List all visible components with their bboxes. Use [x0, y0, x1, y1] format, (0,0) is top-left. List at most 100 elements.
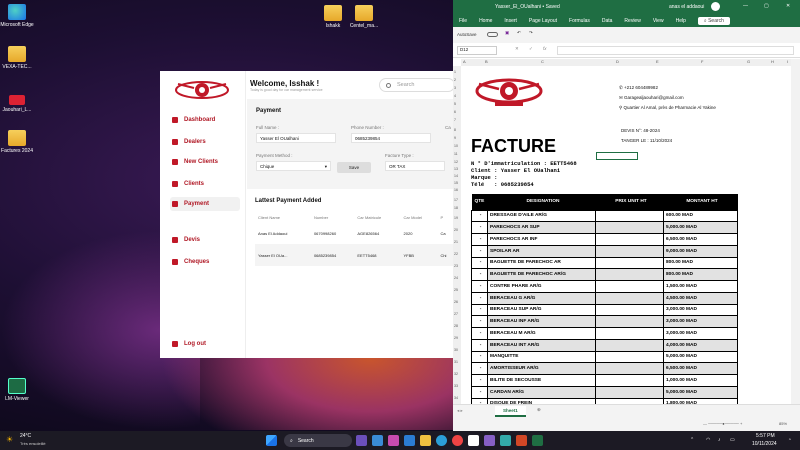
invoice-row[interactable]: - AMORTISSEUR AR/G 6,500.00 MAD	[471, 362, 738, 375]
invoice-designation[interactable]: BERACEAU INF AR/G	[487, 315, 596, 328]
photos-icon[interactable]	[468, 435, 479, 446]
row-header[interactable]: 9	[454, 136, 456, 140]
cancel-icon[interactable]: ✕	[515, 46, 519, 52]
invoice-designation[interactable]: MANQUITTE	[487, 350, 596, 364]
tab-home[interactable]: Home	[479, 18, 492, 24]
invoice-amount[interactable]: 5,000.00 MAD	[663, 350, 738, 364]
invoice-amount[interactable]: 4,000.00 MAD	[663, 338, 738, 352]
desktop-icon-edge[interactable]: Microsoft Edge	[0, 4, 34, 28]
nav-clients[interactable]: Clients	[170, 177, 232, 191]
edge-icon[interactable]	[436, 435, 447, 446]
invoice-designation[interactable]: CONTRE PHARE AR/G	[487, 280, 596, 293]
row-header[interactable]: 32	[454, 372, 458, 376]
tab-review[interactable]: Review	[624, 18, 640, 24]
invoice-designation[interactable]: BERACEAU G AR/G	[487, 291, 596, 305]
invoice-unit-price[interactable]	[595, 338, 664, 352]
row-header[interactable]: 20	[454, 228, 458, 232]
invoice-amount[interactable]: 6,500.00 MAD	[663, 233, 738, 246]
invoice-designation[interactable]: BERACEAU INT AR/G	[487, 338, 596, 352]
invoice-unit-price[interactable]	[595, 268, 664, 281]
row-header[interactable]: 5	[454, 102, 456, 106]
invoice-qty[interactable]: -	[471, 315, 488, 328]
nav-devis[interactable]: Devis	[170, 233, 232, 247]
task-view-icon[interactable]	[356, 435, 367, 446]
invoice-amount[interactable]: 5,000.00 MAD	[663, 385, 738, 399]
tray-chevron-icon[interactable]: ⌃	[690, 437, 694, 443]
invoice-row[interactable]: - BERACEAU G AR/G 4,500.00 MAD	[471, 291, 738, 305]
invoice-qty[interactable]: -	[471, 291, 488, 305]
invoice-row[interactable]: - BAGUETTE DE PARECHOC AR 800.00 MAD	[471, 256, 738, 270]
vertical-scrollbar[interactable]	[791, 59, 800, 404]
chrome-icon[interactable]	[452, 435, 463, 446]
invoice-unit-price[interactable]	[595, 221, 664, 234]
row-header[interactable]: 14	[454, 174, 458, 178]
row-header[interactable]: 18	[454, 206, 458, 210]
desktop-icon-lmviewer[interactable]: LM-Viewer	[0, 378, 34, 402]
invoice-designation[interactable]: BERACEAU M AR/G	[487, 327, 596, 340]
desktop-icon-ishakk[interactable]: Ishakk	[316, 5, 350, 29]
notifications-icon[interactable]: ◔	[788, 437, 791, 443]
row-header[interactable]: 12	[454, 160, 458, 164]
invoice-unit-price[interactable]	[595, 291, 664, 305]
tab-file[interactable]: File	[459, 18, 467, 24]
windows-start-icon[interactable]	[266, 435, 277, 446]
invoice-qty[interactable]: -	[471, 233, 488, 246]
tab-view[interactable]: View	[653, 18, 664, 24]
clock-date[interactable]: 10/11/2024	[752, 441, 777, 447]
row-header[interactable]: 23	[454, 264, 458, 268]
search-input[interactable]: Search	[379, 78, 455, 92]
invoice-unit-price[interactable]	[595, 280, 664, 293]
desktop-icon-factures[interactable]: Factures 2024	[0, 130, 34, 154]
cell-reference-box[interactable]: D12	[457, 46, 497, 55]
powerpoint-icon[interactable]	[516, 435, 527, 446]
tab-sheet1[interactable]: Sheet1	[495, 406, 526, 417]
invoice-designation[interactable]: SPOILAR AR	[487, 244, 596, 258]
excel-icon[interactable]	[532, 435, 543, 446]
minimize-icon[interactable]: —	[743, 3, 748, 9]
battery-icon[interactable]: ▭	[730, 437, 735, 443]
row-header[interactable]: 27	[454, 312, 458, 316]
invoice-unit-price[interactable]	[595, 303, 664, 317]
autosave-toggle[interactable]	[487, 32, 498, 37]
nav-new-clients[interactable]: New Clients	[170, 155, 232, 169]
invoice-amount[interactable]: 3,000.00 MAD	[663, 327, 738, 340]
invoice-unit-price[interactable]	[595, 315, 664, 328]
row-header[interactable]: 22	[454, 252, 458, 256]
invoice-designation[interactable]: BILITE DE SECOUSSE	[487, 374, 596, 387]
invoice-unit-price[interactable]	[595, 350, 664, 364]
store-icon[interactable]	[404, 435, 415, 446]
desktop-icon-centel[interactable]: Centel_ma...	[347, 5, 381, 29]
invoice-amount[interactable]: 3,000.00 MAD	[663, 315, 738, 328]
invoice-designation[interactable]: DRESSAGE D'AILE AR/G	[487, 209, 596, 223]
invoice-amount[interactable]: 5,000.00 MAD	[663, 221, 738, 234]
invoice-designation[interactable]: BERACEAU SUP AR/G	[487, 303, 596, 317]
row-header[interactable]: 13	[454, 167, 458, 171]
add-sheet-icon[interactable]: ⊕	[537, 407, 541, 413]
row-header[interactable]: 1	[454, 70, 456, 74]
invoice-qty[interactable]: -	[471, 303, 488, 317]
invoice-amount[interactable]: 6,500.00 MAD	[663, 362, 738, 375]
invoice-unit-price[interactable]	[595, 362, 664, 375]
nav-cheques[interactable]: Cheques	[170, 255, 232, 269]
save-icon[interactable]: ▣	[505, 30, 509, 36]
invoice-designation[interactable]: PARECHOCS AR SUP	[487, 221, 596, 234]
table-row[interactable]: Yasser El OUa... 0685239854 EETT5468 YFB…	[255, 244, 453, 266]
desktop-icon-vexa[interactable]: VEXA-TEC...	[0, 46, 34, 70]
nav-dealers[interactable]: Dealers	[170, 135, 232, 149]
row-header[interactable]: 24	[454, 276, 458, 280]
function-icon[interactable]: fx	[543, 46, 547, 51]
row-header[interactable]: 28	[454, 324, 458, 328]
tab-formulas[interactable]: Formulas	[569, 18, 590, 24]
selected-cell[interactable]	[596, 152, 638, 160]
avatar[interactable]	[711, 2, 720, 11]
volume-icon[interactable]: ♪	[718, 437, 721, 443]
invoice-row[interactable]: - BERACEAU M AR/G 3,000.00 MAD	[471, 327, 738, 340]
invoice-unit-price[interactable]	[595, 327, 664, 340]
file-explorer-icon[interactable]	[420, 435, 431, 446]
row-header[interactable]: 26	[454, 300, 458, 304]
invoice-qty[interactable]: -	[471, 385, 488, 399]
tab-prev-icon[interactable]: ◂ ▸	[457, 408, 463, 414]
payment-method-select[interactable]: Chique ▾	[256, 161, 331, 171]
row-header[interactable]: 25	[454, 288, 458, 292]
row-header[interactable]: 30	[454, 348, 458, 352]
